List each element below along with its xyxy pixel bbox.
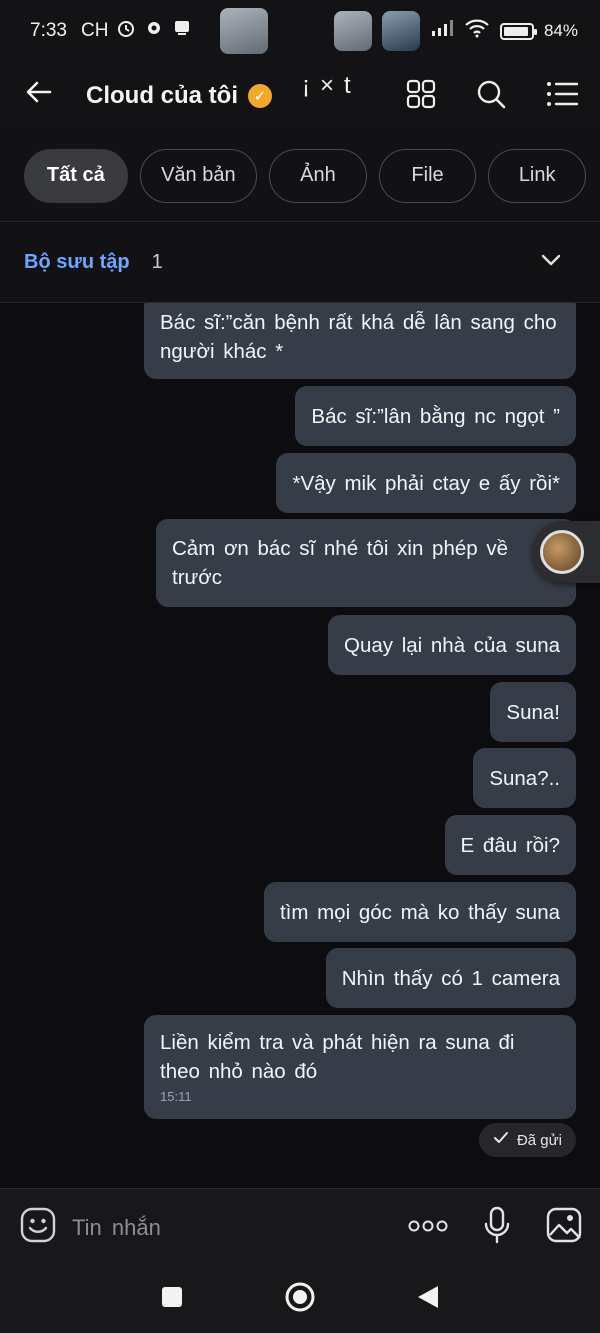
emoji-icon[interactable] <box>20 1207 56 1248</box>
check-icon <box>493 1131 509 1149</box>
message-bubble[interactable]: Quay lại nhà của suna <box>328 615 576 675</box>
settings-icon <box>144 18 164 44</box>
image-icon[interactable] <box>546 1207 582 1248</box>
message-text: Quay lại nhà của suna <box>344 633 560 657</box>
message-bubble[interactable]: Cảm ơn bác sĩ nhé tôi xin phép về trước <box>156 519 576 607</box>
wifi-icon <box>464 18 490 44</box>
sent-status-text: Đã gửi <box>516 1131 562 1149</box>
home-icon[interactable] <box>284 1281 316 1318</box>
filter-chip-file[interactable]: File <box>378 148 477 203</box>
search-icon[interactable] <box>476 79 506 114</box>
message-bubble[interactable]: Liền kiểm tra và phát hiện ra suna đi th… <box>144 1015 576 1119</box>
sticker-image <box>333 11 372 51</box>
sticker-image <box>381 11 420 51</box>
message-text: E đâu rồi? <box>460 833 560 857</box>
chat-area[interactable]: Bác sĩ:”căn bệnh rất khá dễ lân sang cho… <box>0 303 600 1188</box>
battery-icon <box>499 22 537 40</box>
message-text: Suna?.. <box>489 766 560 790</box>
status-bar: 7:33 CH 84% <box>0 0 600 62</box>
sticker-image <box>220 8 269 54</box>
recent-apps-icon[interactable] <box>160 1285 184 1314</box>
header-decoration-text: ¡×t <box>302 72 361 99</box>
message-text: Suna! <box>506 700 560 724</box>
message-text: tìm mọi góc mà ko thấy suna <box>279 900 560 924</box>
system-nav-bar <box>0 1266 600 1333</box>
signal-icon <box>430 19 454 43</box>
filter-chip-text[interactable]: Văn bản <box>139 148 258 203</box>
microphone-icon[interactable] <box>484 1206 510 1249</box>
message-text: Nhìn thấy có 1 camera <box>341 966 560 990</box>
message-text: Liền kiểm tra và phát hiện ra suna đi th… <box>160 1031 515 1083</box>
message-bubble[interactable]: tìm mọi góc mà ko thấy suna <box>263 882 576 942</box>
arrow-left-icon[interactable] <box>24 77 64 115</box>
message-bubble[interactable]: Suna?.. <box>473 748 576 808</box>
message-input-bar: Tin nhắn <box>0 1188 600 1266</box>
grid-icon[interactable] <box>406 79 436 114</box>
message-bubble[interactable]: Nhìn thấy có 1 camera <box>325 948 576 1008</box>
collection-label: Bộ sưu tập <box>24 251 130 273</box>
message-text: *Vậy mik phải ctay e ấy rồi* <box>292 471 560 495</box>
more-dots-icon[interactable] <box>408 1219 448 1237</box>
message-text: Bác sĩ:”căn bệnh rất khá dễ lân sang cho… <box>160 311 557 363</box>
app-header: Cloud của tôi ✓ ¡×t <box>0 62 600 130</box>
filter-chip-link[interactable]: Link <box>488 148 586 203</box>
filter-chip-all[interactable]: Tất cả <box>24 148 128 203</box>
message-bubble[interactable]: Bác sĩ:”lân bằng nc ngọt ” <box>295 386 576 446</box>
back-nav-icon[interactable] <box>416 1284 440 1315</box>
battery-level: 84% <box>543 21 578 40</box>
message-bubble[interactable]: E đâu rồi? <box>444 815 576 875</box>
message-bubble[interactable]: Suna! <box>490 682 576 742</box>
verified-badge-icon: ✓ <box>248 84 272 108</box>
filter-bar: Tất cả Văn bản Ảnh File Link <box>0 130 600 222</box>
list-menu-icon[interactable] <box>546 80 579 113</box>
notification-icon <box>172 18 192 44</box>
page-title: Cloud của tôi <box>86 82 238 109</box>
message-bubble[interactable]: *Vậy mik phải ctay e ấy rồi* <box>276 453 576 513</box>
alarm-icon <box>116 18 136 44</box>
message-input[interactable]: Tin nhắn <box>72 1215 161 1241</box>
sent-status-badge: Đã gửi <box>478 1123 576 1157</box>
filter-chip-image[interactable]: Ảnh <box>269 148 367 203</box>
chevron-down-icon[interactable] <box>540 253 562 272</box>
floating-chat-head[interactable] <box>532 521 600 583</box>
message-text: Cảm ơn bác sĩ nhé tôi xin phép về trước <box>172 537 509 589</box>
collection-count: 1 <box>151 251 163 273</box>
collection-row[interactable]: Bộ sưu tập 1 <box>0 223 600 303</box>
status-period: CH <box>80 20 109 41</box>
message-text: Bác sĩ:”lân bằng nc ngọt ” <box>311 404 560 428</box>
avatar <box>540 530 584 574</box>
message-bubble[interactable]: Bác sĩ:”căn bệnh rất khá dễ lân sang cho… <box>144 303 576 379</box>
message-time: 15:11 <box>160 1089 192 1104</box>
status-time: 7:33 <box>30 20 67 41</box>
